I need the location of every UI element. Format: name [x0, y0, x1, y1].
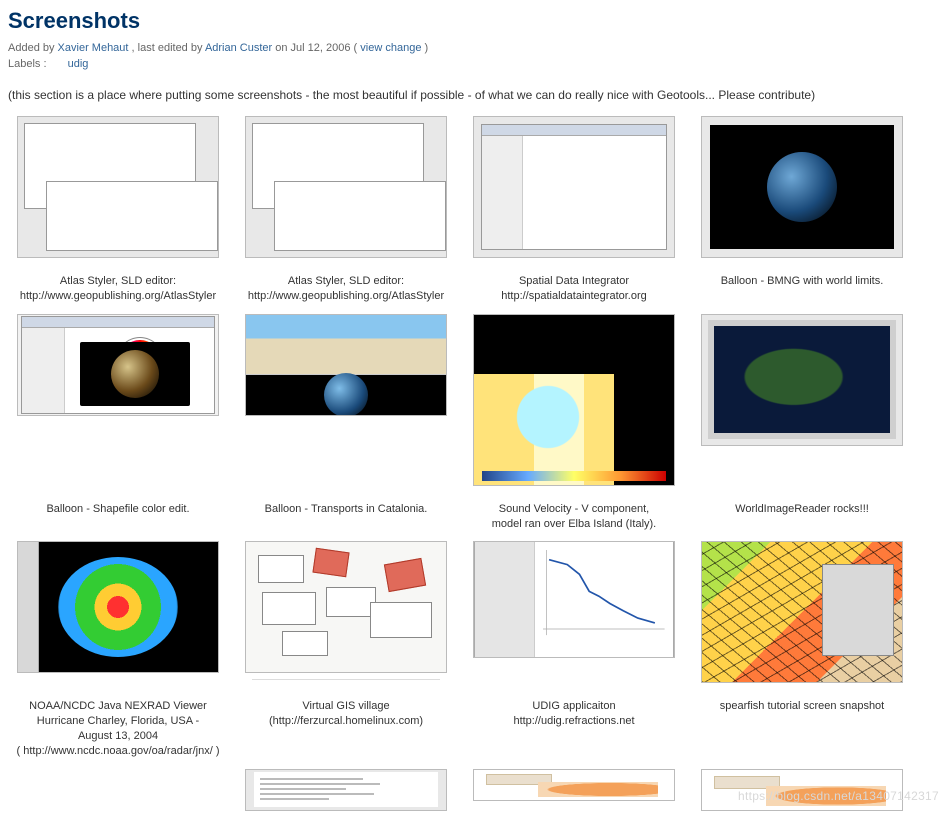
- view-change-link[interactable]: view change: [360, 42, 421, 54]
- thumb-link-r4c2[interactable]: [236, 769, 456, 811]
- thumb-link-r2c3[interactable]: [464, 314, 684, 486]
- meta-date: on Jul 12, 2006 (: [275, 42, 357, 54]
- cell-r1c4: [692, 116, 912, 264]
- thumb-link-r4c3[interactable]: [464, 769, 684, 801]
- meta-prefix: Added by: [8, 42, 58, 54]
- thumb-link-r1c2[interactable]: [236, 116, 456, 258]
- thumb-link-r4c1[interactable]: [8, 769, 228, 805]
- caption-r3c4: spearfish tutorial screen snapshot: [692, 699, 912, 758]
- caption-r1c1-l2: http://www.geopublishing.org/AtlasStyler: [12, 289, 224, 304]
- watermark-text: https://blog.csdn.net/a13407142317: [738, 789, 939, 803]
- thumb-link-r2c2[interactable]: [236, 314, 456, 416]
- cell-r2c2: [236, 314, 456, 492]
- colorbar-icon: [482, 471, 666, 481]
- screenshot-grid: Atlas Styler, SLD editor: http://www.geo…: [8, 116, 941, 817]
- caption-r1c3: Spatial Data Integrator http://spatialda…: [464, 274, 684, 304]
- caption-r3c3: UDIG applicaiton http://udig.refractions…: [464, 699, 684, 758]
- thumb-link-r3c2[interactable]: [236, 541, 456, 673]
- caption-r3c2-l2: (http://ferzurcal.homelinux.com): [240, 714, 452, 729]
- caption-r1c3-l1: Spatial Data Integrator: [468, 274, 680, 289]
- caption-r1c2-l2: http://www.geopublishing.org/AtlasStyler: [240, 289, 452, 304]
- caption-r2c1-l1: Balloon - Shapefile color edit.: [12, 502, 224, 517]
- line-plot-icon: [543, 550, 665, 635]
- cell-r1c1: [8, 116, 228, 264]
- caption-r3c1-l1: NOAA/NCDC Java NEXRAD Viewer: [12, 699, 224, 714]
- cell-r2c4: [692, 314, 912, 492]
- thumb-link-r1c1[interactable]: [8, 116, 228, 258]
- cell-r1c2: [236, 116, 456, 264]
- caption-r3c1-l2: Hurricane Charley, Florida, USA -: [12, 714, 224, 729]
- thumb-link-r3c4[interactable]: [692, 541, 912, 683]
- thumb-link-r3c1[interactable]: [8, 541, 228, 673]
- caption-r1c4: Balloon - BMNG with world limits.: [692, 274, 912, 304]
- thumb-link-r1c3[interactable]: [464, 116, 684, 258]
- caption-r3c1-l3: August 13, 2004: [12, 729, 224, 744]
- author-link-2[interactable]: Adrian Custer: [205, 42, 272, 54]
- caption-r2c3: Sound Velocity - V component, model ran …: [464, 502, 684, 532]
- caption-r1c2-l1: Atlas Styler, SLD editor:: [240, 274, 452, 289]
- caption-r2c2: Balloon - Transports in Catalonia.: [236, 502, 456, 532]
- caption-r3c2: Virtual GIS village (http://ferzurcal.ho…: [236, 699, 456, 758]
- caption-r1c1: Atlas Styler, SLD editor: http://www.geo…: [8, 274, 228, 304]
- caption-r3c4-l1: spearfish tutorial screen snapshot: [696, 699, 908, 714]
- thumb-link-r1c4[interactable]: [692, 116, 912, 258]
- cell-r4c1: [8, 769, 228, 817]
- caption-r2c1: Balloon - Shapefile color edit.: [8, 502, 228, 532]
- cell-r2c3: [464, 314, 684, 492]
- caption-r2c3-l2: model ran over Elba Island (Italy).: [468, 517, 680, 532]
- caption-r2c4-l1: WorldImageReader rocks!!!: [696, 502, 908, 517]
- labels-key: Labels :: [8, 58, 47, 70]
- page-meta: Added by Xavier Mehaut , last edited by …: [8, 42, 941, 54]
- caption-r3c3-l2: http://udig.refractions.net: [468, 714, 680, 729]
- caption-r3c1: NOAA/NCDC Java NEXRAD Viewer Hurricane C…: [8, 699, 228, 758]
- page-title: Screenshots: [8, 8, 941, 34]
- cell-r3c4: [692, 541, 912, 689]
- divider: [252, 679, 440, 680]
- cell-r3c3: [464, 541, 684, 689]
- caption-r1c4-l1: Balloon - BMNG with world limits.: [696, 274, 908, 289]
- caption-r2c2-l1: Balloon - Transports in Catalonia.: [240, 502, 452, 517]
- caption-r3c2-l1: Virtual GIS village: [240, 699, 452, 714]
- meta-mid: , last edited by: [132, 42, 205, 54]
- caption-r1c3-l2: http://spatialdataintegrator.org: [468, 289, 680, 304]
- cell-r4c3: [464, 769, 684, 817]
- thumb-link-r2c1[interactable]: [8, 314, 228, 416]
- cell-r3c2: [236, 541, 456, 689]
- meta-close: ): [425, 42, 429, 54]
- labels-row: Labels : udig: [8, 58, 941, 70]
- cell-r4c2: [236, 769, 456, 817]
- caption-r2c4: WorldImageReader rocks!!!: [692, 502, 912, 532]
- thumb-link-r3c3[interactable]: [464, 541, 684, 658]
- cell-r1c3: [464, 116, 684, 264]
- caption-r1c2: Atlas Styler, SLD editor: http://www.geo…: [236, 274, 456, 304]
- caption-r3c3-l1: UDIG applicaiton: [468, 699, 680, 714]
- cell-r2c1: [8, 314, 228, 492]
- cell-r3c1: [8, 541, 228, 689]
- intro-text: (this section is a place where putting s…: [8, 88, 941, 102]
- caption-r2c3-l1: Sound Velocity - V component,: [468, 502, 680, 517]
- label-udig-link[interactable]: udig: [68, 58, 89, 70]
- caption-r3c1-l4: ( http://www.ncdc.noaa.gov/oa/radar/jnx/…: [12, 744, 224, 759]
- caption-r1c1-l1: Atlas Styler, SLD editor:: [12, 274, 224, 289]
- author-link-1[interactable]: Xavier Mehaut: [58, 42, 129, 54]
- thumb-link-r2c4[interactable]: [692, 314, 912, 446]
